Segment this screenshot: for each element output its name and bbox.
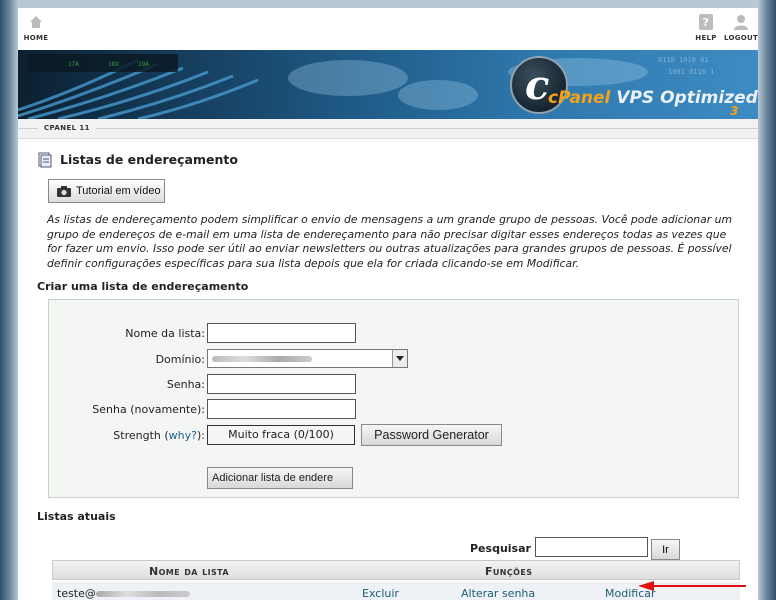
search-input[interactable] [535, 537, 648, 557]
network-cable-graphic: 17A 18X 19A 0110 1010 01 1001 0110 1 [18, 54, 714, 119]
domain-row: Domínio: [49, 349, 740, 371]
strength-row: Strength (why?): Muito fraca (0/100) Pas… [49, 424, 740, 447]
mailing-list-icon [38, 152, 52, 168]
breadcrumb[interactable]: CPANEL 11 [38, 123, 96, 133]
camera-icon [57, 186, 71, 197]
password-strength-meter: Muito fraca (0/100) [207, 425, 355, 445]
svg-text:18X: 18X [108, 61, 119, 68]
current-lists-heading: Listas atuais [37, 510, 116, 523]
password-again-input[interactable] [207, 399, 356, 419]
svg-text:1001 0110 1: 1001 0110 1 [668, 68, 714, 76]
svg-text:19A: 19A [138, 61, 149, 68]
table-header: Nome da lista Funções [52, 560, 740, 580]
header-banner: 17A 18X 19A 0110 1010 01 1001 0110 1 c cPa… [18, 50, 758, 119]
home-label: HOME [23, 34, 49, 42]
password-row: Senha: [49, 374, 740, 396]
domain-select[interactable] [207, 349, 408, 368]
help-button[interactable]: ? HELP [695, 14, 717, 42]
intro-text: As listas de endereçamento podem simplif… [47, 213, 733, 270]
home-icon [30, 16, 42, 28]
brand-text: cPanel VPS Optimized [548, 88, 758, 108]
user-icon [734, 15, 748, 30]
list-name-label: Nome da lista: [125, 327, 205, 340]
delete-link[interactable]: Excluir [362, 587, 399, 600]
password-generator-button[interactable]: Password Generator [361, 424, 502, 446]
video-tutorial-label: Tutorial em vídeo [76, 185, 161, 197]
svg-text:?: ? [703, 16, 710, 29]
chevron-down-icon[interactable] [392, 350, 407, 367]
column-header-name: Nome da lista [149, 565, 229, 578]
brand-version: 3 [730, 104, 739, 118]
password-input[interactable] [207, 374, 356, 394]
list-name-row: Nome da lista: [49, 323, 740, 345]
table-row: teste@ Excluir Alterar senha Modificar [52, 582, 740, 600]
column-header-functions: Funções [485, 565, 533, 578]
list-name-input[interactable] [207, 323, 356, 343]
cpanel-window: HOME ? HELP LOGOUT 17A 18X 19A 0110 1010… [18, 8, 758, 600]
page-title: Listas de endereçamento [60, 152, 238, 167]
help-label: HELP [695, 34, 717, 42]
why-link[interactable]: why? [169, 429, 197, 442]
add-list-button[interactable]: Adicionar lista de endere [207, 467, 353, 489]
logout-button[interactable]: LOGOUT [724, 14, 758, 42]
annotation-arrow-icon [638, 581, 746, 591]
domain-label: Domínio: [155, 353, 205, 366]
domain-value-redacted [212, 356, 312, 362]
list-name-cell: teste@ [57, 587, 190, 600]
video-tutorial-button[interactable]: Tutorial em vídeo [48, 179, 165, 203]
help-icon: ? [699, 14, 713, 30]
breadcrumb-bar: CPANEL 11 [18, 119, 758, 139]
top-navigation: HOME ? HELP LOGOUT [18, 8, 758, 50]
strength-label: Strength (why?): [113, 429, 205, 442]
password-again-row: Senha (novamente): [49, 399, 740, 421]
search-button[interactable]: Ir [651, 539, 680, 560]
domain-redacted [95, 591, 190, 597]
password-again-label: Senha (novamente): [92, 403, 205, 416]
search-label: Pesquisar [470, 542, 531, 555]
logout-label: LOGOUT [724, 34, 759, 42]
home-button[interactable]: HOME [22, 14, 50, 42]
change-password-link[interactable]: Alterar senha [461, 587, 535, 600]
password-label: Senha: [166, 378, 205, 391]
svg-text:17A: 17A [68, 61, 79, 68]
svg-text:0110 1010 01: 0110 1010 01 [658, 56, 709, 64]
create-list-heading: Criar uma lista de endereçamento [37, 280, 249, 293]
create-list-form: Nome da lista: Domínio: Senha: Senha (no… [48, 299, 739, 498]
